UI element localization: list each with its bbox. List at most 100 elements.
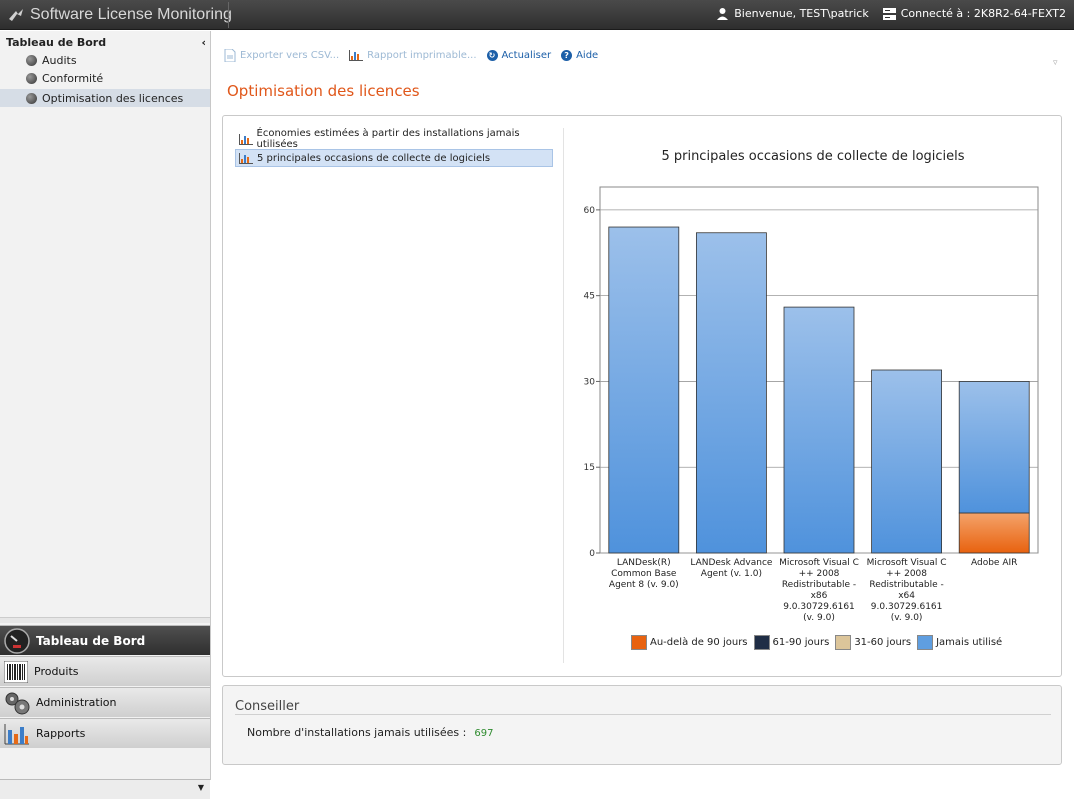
welcome-user[interactable]: Bienvenue, TEST\patrick bbox=[716, 7, 869, 20]
legend-swatch bbox=[917, 635, 934, 650]
server-icon bbox=[882, 7, 896, 20]
legend-label: Au-delà de 90 jours bbox=[650, 637, 748, 648]
help-button[interactable]: ? Aide bbox=[561, 50, 598, 61]
nav-tableau-de-bord[interactable]: Tableau de Bord bbox=[0, 625, 210, 655]
legend-item: 61-90 jours bbox=[753, 635, 830, 650]
gears-icon bbox=[5, 692, 30, 714]
nav-label: Rapports bbox=[36, 727, 86, 740]
user-area: Bienvenue, TEST\patrick Connecté à : 2K8… bbox=[716, 7, 1066, 20]
x-tick-label: (v. 9.0) bbox=[803, 613, 835, 623]
nav-overflow-arrow-icon: ▼ bbox=[197, 783, 204, 792]
bar-chart-icon bbox=[349, 50, 364, 61]
csv-file-icon bbox=[224, 49, 236, 62]
legend-item: Jamais utilisé bbox=[917, 635, 1002, 650]
nav-rapports[interactable]: Rapports bbox=[0, 718, 210, 748]
bar-segment bbox=[958, 381, 1030, 514]
sidebar-item-conformite[interactable]: Conformité bbox=[0, 69, 210, 87]
refresh-button[interactable]: ↻ Actualiser bbox=[486, 50, 551, 61]
nav-separator[interactable] bbox=[0, 617, 210, 623]
y-tick-label: 45 bbox=[584, 292, 595, 302]
user-icon bbox=[717, 8, 729, 20]
title-bar: Software License Monitoring Bienvenue, T… bbox=[0, 0, 1074, 30]
print-report-label: Rapport imprimable... bbox=[367, 50, 477, 61]
x-tick-label: (v. 9.0) bbox=[891, 613, 923, 623]
legend-item: 31-60 jours bbox=[835, 635, 911, 650]
nav-administration[interactable]: Administration bbox=[0, 687, 210, 717]
y-tick-label: 60 bbox=[584, 206, 596, 216]
report-chart-icon bbox=[4, 723, 29, 744]
nav-produits[interactable]: Produits bbox=[0, 656, 210, 686]
legend-label: Jamais utilisé bbox=[936, 637, 1003, 648]
report-item-label: 5 principales occasions de collecte de l… bbox=[257, 152, 491, 164]
sidebar-item-optimisation[interactable]: Optimisation des licences bbox=[0, 89, 210, 107]
advisor-panel: Conseiller Nombre d'installations jamais… bbox=[222, 685, 1062, 765]
page-title: Optimisation des licences bbox=[227, 82, 420, 100]
app-logo-icon bbox=[9, 9, 23, 21]
app-title-text: Software License Monitoring bbox=[30, 6, 232, 23]
sidebar-heading: Tableau de Bord ‹ bbox=[6, 36, 206, 49]
refresh-icon: ↻ bbox=[486, 50, 498, 61]
export-csv-label: Exporter vers CSV... bbox=[240, 50, 340, 61]
x-tick-label: ++ 2008 bbox=[886, 569, 927, 579]
help-icon: ? bbox=[561, 50, 573, 61]
help-label: Aide bbox=[576, 50, 599, 61]
x-tick-label: Adobe AIR bbox=[971, 558, 1017, 568]
bar-segment bbox=[871, 369, 943, 554]
collapse-icon[interactable]: ‹ bbox=[201, 36, 206, 49]
connected-text: Connecté à : 2K8R2-64-FEXT2 bbox=[900, 7, 1066, 20]
x-tick-label: ++ 2008 bbox=[799, 569, 840, 579]
report-list: Économies estimées à partir des installa… bbox=[235, 128, 553, 168]
y-tick-label: 0 bbox=[589, 549, 595, 559]
sidebar: Tableau de Bord ‹ Audits Conformité Opti… bbox=[0, 31, 211, 799]
sidebar-heading-label: Tableau de Bord bbox=[6, 36, 107, 49]
toolbar: Exporter vers CSV... Rapport imprimable.… bbox=[224, 49, 598, 62]
x-tick-label: Common Base bbox=[611, 569, 677, 579]
print-report-button[interactable]: Rapport imprimable... bbox=[349, 50, 477, 61]
x-tick-label: LANDesk(R) bbox=[617, 558, 671, 568]
bar-chart-icon bbox=[239, 133, 253, 145]
panel-options-icon[interactable]: ▿ bbox=[1053, 58, 1058, 68]
legend-item: Au-delà de 90 jours bbox=[631, 635, 748, 650]
chart-title: 5 principales occasions de collecte de l… bbox=[661, 149, 965, 164]
x-tick-label: 9.0.30729.6161 bbox=[871, 602, 943, 612]
report-item-top5[interactable]: 5 principales occasions de collecte de l… bbox=[235, 149, 553, 167]
y-tick-label: 30 bbox=[584, 377, 596, 387]
legend-swatch bbox=[835, 635, 852, 650]
advisor-label: Nombre d'installations jamais utilisées … bbox=[247, 726, 467, 739]
bar-segment bbox=[608, 226, 680, 554]
advisor-divider bbox=[235, 714, 1051, 715]
bar-segment bbox=[958, 512, 1030, 554]
report-item-savings[interactable]: Économies estimées à partir des installa… bbox=[235, 128, 553, 150]
nav-label: Tableau de Bord bbox=[36, 633, 146, 648]
y-tick-label: 15 bbox=[584, 463, 595, 473]
title-separator bbox=[228, 2, 229, 28]
globe-icon bbox=[26, 54, 37, 66]
globe-icon bbox=[26, 72, 37, 84]
export-csv-button[interactable]: Exporter vers CSV... bbox=[224, 49, 339, 62]
sidebar-item-label: Audits bbox=[42, 53, 77, 67]
dashboard-gauge-icon bbox=[4, 627, 30, 654]
advisor-title: Conseiller bbox=[235, 699, 300, 714]
legend-label: 61-90 jours bbox=[772, 637, 830, 648]
advisor-value[interactable]: 697 bbox=[474, 728, 493, 739]
x-tick-label: x86 bbox=[811, 591, 828, 601]
barcode-icon bbox=[4, 660, 28, 683]
nav-label: Produits bbox=[34, 665, 79, 678]
bar-chart-icon bbox=[239, 152, 253, 164]
x-tick-label: Redistributable - bbox=[782, 580, 856, 590]
app-title: Software License Monitoring bbox=[8, 4, 232, 26]
advisor-row: Nombre d'installations jamais utilisées … bbox=[247, 726, 493, 739]
x-tick-label: Agent 8 (v. 9.0) bbox=[609, 580, 679, 590]
nav-overflow[interactable]: ▼ bbox=[0, 779, 210, 799]
globe-icon bbox=[26, 92, 37, 104]
bar-chart: 0 15 30 45 60 LANDesk(R)Common BaseAgent 8 (v… bbox=[584, 186, 1039, 623]
x-tick-label: x64 bbox=[898, 591, 915, 601]
sidebar-item-audits[interactable]: Audits bbox=[0, 51, 210, 69]
x-tick-label: Redistributable - bbox=[869, 580, 943, 590]
legend-swatch bbox=[753, 635, 770, 650]
bar-segment bbox=[783, 306, 855, 554]
nav-label: Administration bbox=[36, 696, 117, 709]
welcome-text: Bienvenue, TEST\patrick bbox=[734, 7, 869, 20]
connection-info[interactable]: Connecté à : 2K8R2-64-FEXT2 bbox=[882, 7, 1066, 20]
chart-legend: Au-delà de 90 jours 61-90 jours 31-60 jo… bbox=[631, 635, 1002, 650]
